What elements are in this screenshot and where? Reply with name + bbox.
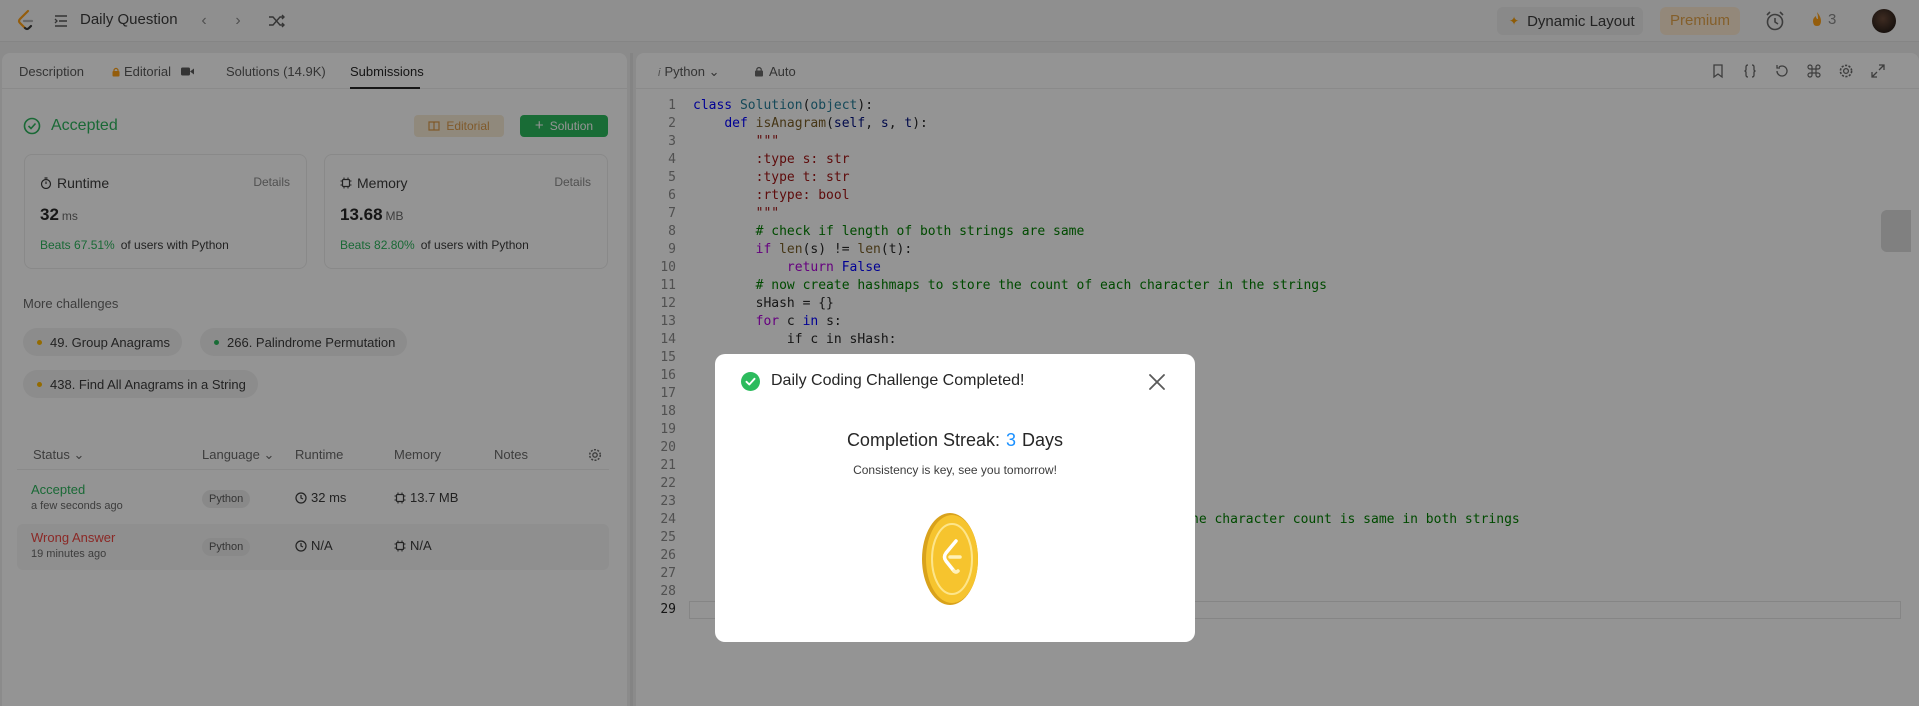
- modal-title: Daily Coding Challenge Completed!: [771, 372, 1025, 389]
- daily-challenge-modal: Daily Coding Challenge Completed! Comple…: [715, 354, 1195, 642]
- gold-coin-icon: [922, 513, 978, 605]
- streak-unit: Days: [1022, 430, 1064, 450]
- consistency-message: Consistency is key, see you tomorrow!: [853, 463, 1057, 477]
- completion-streak: Completion Streak: 3 Days: [715, 430, 1195, 451]
- streak-label: Completion Streak:: [846, 430, 1001, 450]
- close-icon[interactable]: [1148, 373, 1166, 391]
- streak-days-count: 3: [1006, 430, 1017, 450]
- check-circle-icon: [741, 372, 760, 391]
